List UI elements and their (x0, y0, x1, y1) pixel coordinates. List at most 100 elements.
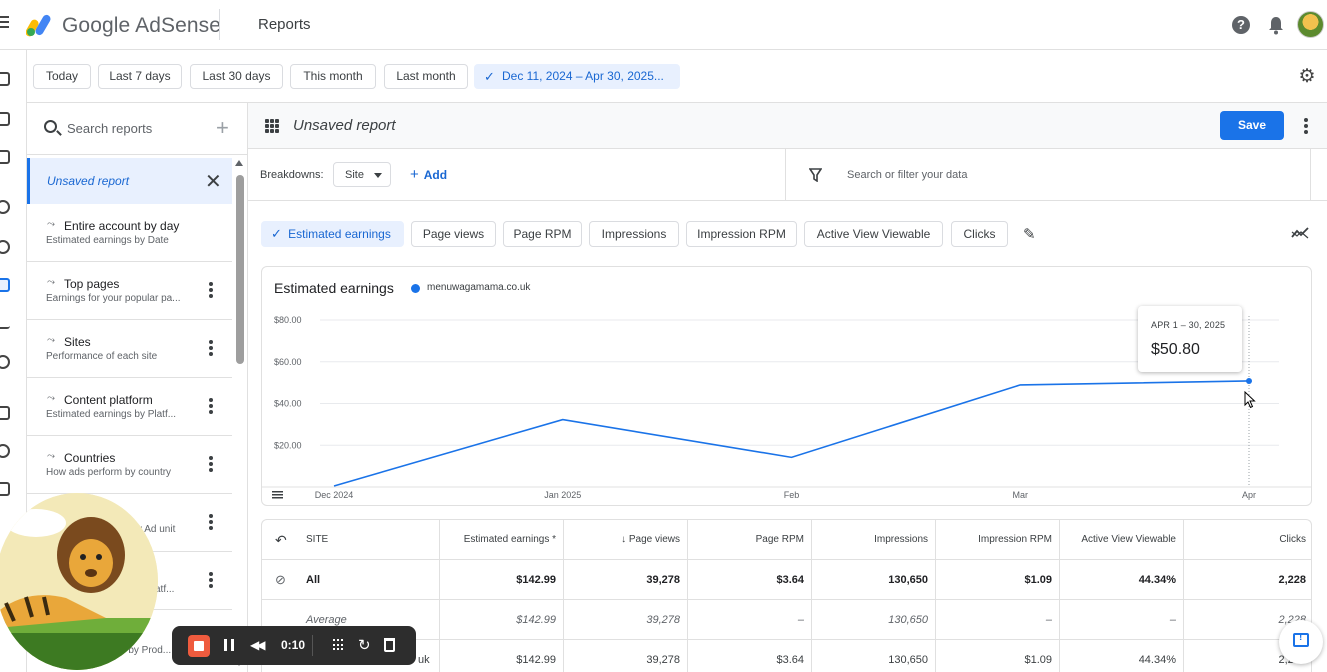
notifications-bell-icon[interactable] (1268, 15, 1284, 35)
column-header-page-views[interactable]: ↓ Page views (564, 520, 688, 560)
help-icon[interactable]: ? (1232, 16, 1250, 34)
more-vert-icon[interactable] (209, 456, 213, 472)
more-vert-icon[interactable] (209, 282, 213, 298)
blocking-icon[interactable] (0, 240, 10, 254)
recorder-divider (312, 635, 313, 656)
filter-input[interactable]: Search or filter your data (847, 169, 967, 181)
account-avatar[interactable] (1297, 11, 1324, 38)
edit-pencil-icon[interactable]: ✎ (1023, 225, 1039, 243)
sidebar-item-sites[interactable]: ⤳ Sites Performance of each site (27, 320, 232, 378)
metric-chip-page-views[interactable]: Page views (411, 221, 496, 247)
trend-icon: ⤳ (47, 335, 55, 346)
table-cell: 39,278 (564, 640, 688, 672)
apps-grid-icon[interactable] (265, 119, 279, 133)
column-header-impression-rpm[interactable]: Impression RPM (936, 520, 1060, 560)
add-report-icon[interactable]: + (216, 115, 229, 141)
table-toggle-icon (272, 491, 283, 493)
rewind-icon[interactable]: ◀◀ (250, 638, 266, 652)
stop-recording-button[interactable] (188, 635, 210, 657)
brand-divider (219, 9, 220, 40)
trash-icon[interactable] (384, 638, 395, 652)
check-icon: ✓ (271, 226, 282, 241)
sidebar-scroll-thumb[interactable] (236, 175, 244, 364)
add-breakdown-button[interactable]: + Add (410, 166, 447, 183)
search-icon (44, 120, 57, 133)
date-chip-this-month[interactable]: This month (290, 64, 376, 89)
breakdown-toolbar: Breakdowns: Site + Add Search or filter y… (248, 149, 1327, 201)
column-header-page-rpm[interactable]: Page RPM (688, 520, 812, 560)
table-cell: $3.64 (688, 560, 812, 600)
privacy-icon[interactable] (0, 200, 10, 214)
reports-icon[interactable] (0, 278, 10, 292)
caret-down-icon (374, 173, 382, 178)
restart-icon[interactable]: ↻ (358, 636, 371, 654)
metric-chip-clicks[interactable]: Clicks (951, 221, 1008, 247)
date-chip-last-month[interactable]: Last month (384, 64, 468, 89)
metric-chip-active-view-viewable[interactable]: Active View Viewable (804, 221, 943, 247)
table-cell: $142.99 (440, 560, 564, 600)
column-header-site[interactable]: SITE (262, 520, 440, 560)
column-header-estimated-earnings[interactable]: Estimated earnings * (440, 520, 564, 560)
drag-handle-icon[interactable] (333, 639, 345, 651)
settings-rail-icon[interactable] (0, 444, 10, 458)
report-subtitle: Estimated earnings by Platf... (46, 409, 177, 420)
optimization-icon[interactable] (0, 315, 10, 329)
breakdown-select[interactable]: Site (333, 162, 391, 187)
filter-icon[interactable] (809, 168, 822, 182)
metric-chip-impression-rpm[interactable]: Impression RPM (686, 221, 797, 247)
ads-icon[interactable] (0, 150, 10, 164)
y-tick-label: $60.00 (274, 357, 302, 367)
metric-chip-estimated-earnings[interactable]: ✓ Estimated earnings (261, 221, 404, 247)
active-report-label: Unsaved report (47, 174, 130, 188)
table-cell: 39,278 (564, 560, 688, 600)
plus-icon: + (410, 166, 419, 183)
sidebar-item-content-platform[interactable]: ⤳ Content platform Estimated earnings by… (27, 378, 232, 436)
table-row-total[interactable]: ⊘ All $142.99 39,278 $3.64 130,650 $1.09… (262, 560, 1311, 600)
home-icon[interactable] (0, 72, 10, 86)
pause-icon[interactable] (224, 639, 234, 651)
date-range-picker[interactable]: ✓ Dec 11, 2024 – Apr 30, 2025... (474, 64, 680, 89)
column-header-impressions[interactable]: Impressions (812, 520, 936, 560)
webcam-avatar-bubble[interactable] (0, 493, 158, 670)
menu-icon[interactable] (0, 16, 9, 30)
date-chip-last-7-days[interactable]: Last 7 days (98, 64, 182, 89)
earnings-line-chart[interactable]: $20.00 $40.00 $60.00 $80.00 Dec 2024 Jan 2025… (261, 266, 1312, 506)
more-vert-icon[interactable] (209, 572, 213, 588)
date-range-label: Dec 11, 2024 – Apr 30, 2025... (502, 69, 664, 83)
compare-trend-icon[interactable] (1291, 226, 1309, 240)
metric-chip-impressions[interactable]: Impressions (589, 221, 679, 247)
sidebar-item-entire-account-by-day[interactable]: ⤳ Entire account by day Estimated earnin… (27, 204, 232, 262)
more-vert-icon[interactable] (209, 398, 213, 414)
sidebar-item-active-report[interactable]: Unsaved report ✕ (27, 158, 232, 204)
policy-icon[interactable] (0, 355, 10, 369)
metric-chip-page-rpm[interactable]: Page RPM (503, 221, 582, 247)
feedback-button[interactable] (1279, 620, 1323, 664)
close-icon[interactable]: ✕ (205, 169, 222, 194)
date-chip-today[interactable]: Today (33, 64, 91, 89)
chart-tooltip: APR 1 – 30, 2025 $50.80 (1138, 306, 1242, 372)
feedback-rail-icon[interactable] (0, 482, 10, 496)
report-name[interactable]: Unsaved report (293, 117, 396, 134)
date-chip-last-30-days[interactable]: Last 30 days (190, 64, 283, 89)
table-row[interactable]: uk $142.99 39,278 $3.64 130,650 $1.09 44… (262, 640, 1311, 672)
toolbar-divider (785, 149, 786, 201)
more-vert-icon[interactable] (1304, 118, 1308, 134)
table-cell: 44.34% (1060, 560, 1184, 600)
sidebar-item-countries[interactable]: ⤳ Countries How ads perform by country (27, 436, 232, 494)
search-reports-input[interactable]: Search reports (67, 121, 152, 136)
x-tick-label: Mar (1013, 490, 1029, 500)
search-reports[interactable]: Search reports + (27, 103, 248, 155)
more-vert-icon[interactable] (209, 340, 213, 356)
more-vert-icon[interactable] (209, 514, 213, 530)
column-header-clicks[interactable]: Clicks (1184, 520, 1311, 560)
table-cell: – (1060, 600, 1184, 640)
metric-label: Estimated earnings (288, 227, 391, 241)
settings-gear-icon[interactable]: ⚙ (1297, 67, 1317, 87)
sidebar-item-top-pages[interactable]: ⤳ Top pages Earnings for your popular pa… (27, 262, 232, 320)
payments-icon[interactable] (0, 406, 10, 420)
tooltip-value: $50.80 (1151, 341, 1200, 358)
save-button[interactable]: Save (1220, 111, 1284, 140)
sites-icon[interactable] (0, 112, 10, 126)
column-header-active-view-viewable[interactable]: Active View Viewable (1060, 520, 1184, 560)
page-title: Reports (258, 16, 311, 33)
